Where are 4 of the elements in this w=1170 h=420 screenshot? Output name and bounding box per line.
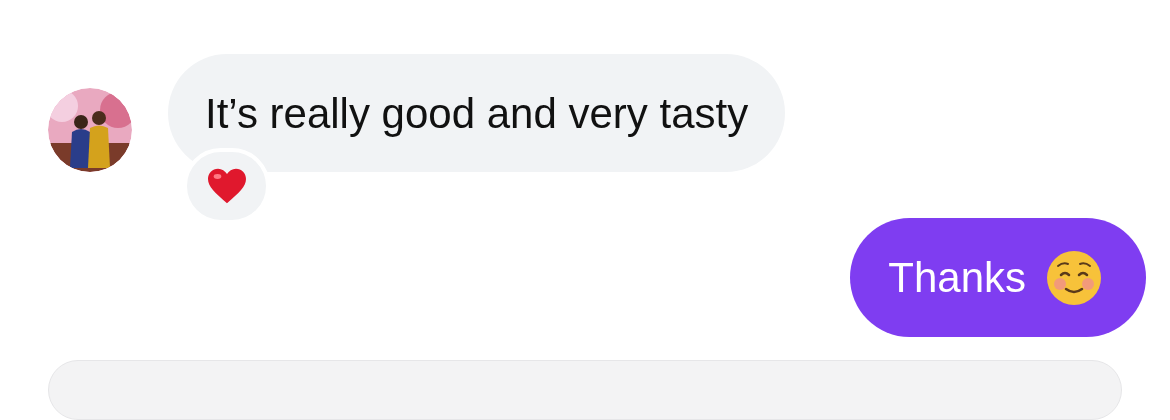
smiling-face-icon [1046,249,1102,306]
message-bubble: It’s really good and very tasty [168,54,786,172]
heart-icon [205,167,248,205]
message-text: Thanks [888,253,1026,303]
